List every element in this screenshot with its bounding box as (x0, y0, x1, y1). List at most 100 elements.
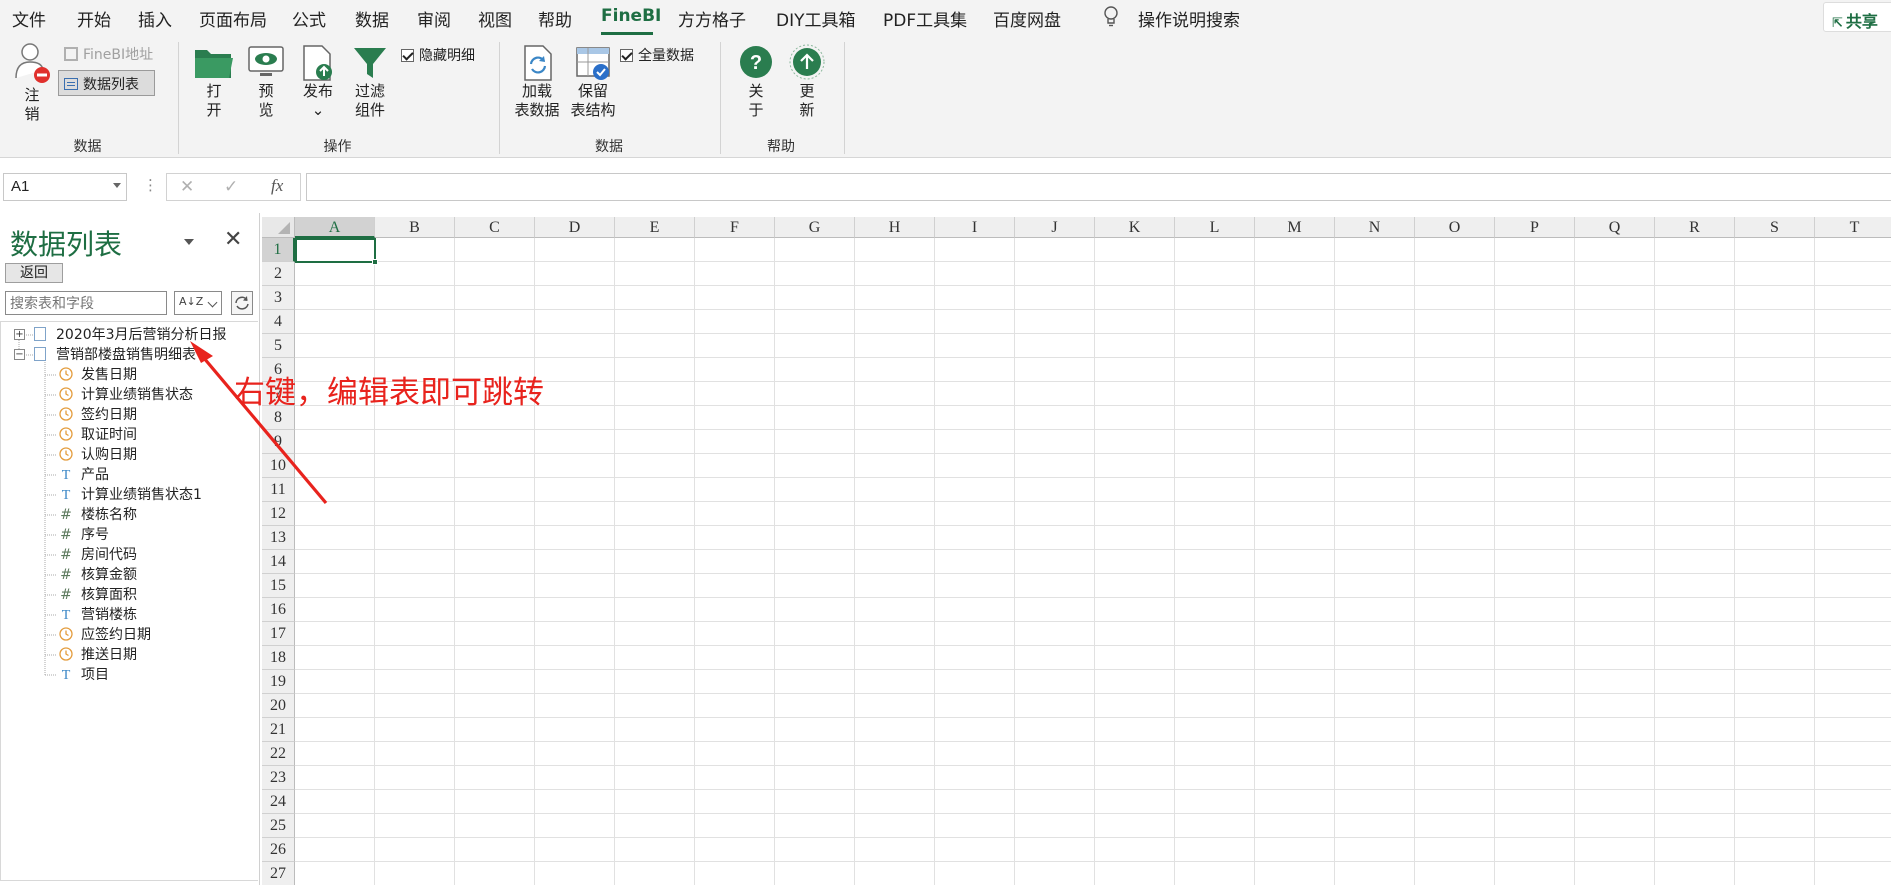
column-header[interactable]: M (1255, 217, 1335, 238)
column-header[interactable]: E (615, 217, 695, 238)
insert-function-icon[interactable]: fx (271, 176, 283, 196)
preview-button[interactable]: 预 览 (242, 44, 290, 120)
open-button[interactable]: 打 开 (190, 44, 238, 120)
active-cell-a1[interactable] (295, 238, 378, 265)
row-header[interactable]: 25 (262, 814, 295, 838)
tree-field-node[interactable]: 应签约日期 (57, 625, 151, 645)
tree-field-node[interactable]: 推送日期 (57, 645, 137, 665)
tree-field-node[interactable]: # 房间代码 (57, 545, 137, 565)
tree-field-node[interactable]: 认购日期 (57, 445, 137, 465)
column-header[interactable]: K (1095, 217, 1175, 238)
tree-expander-icon[interactable]: + (14, 329, 25, 340)
menu-tab-4[interactable]: 公式 (292, 6, 326, 31)
menu-tab-3[interactable]: 页面布局 (199, 6, 267, 31)
tree-field-node[interactable]: T 营销楼栋 (57, 605, 137, 625)
formula-bar-grip-icon[interactable]: ⋮ (143, 176, 158, 194)
column-header[interactable]: N (1335, 217, 1415, 238)
row-header[interactable]: 3 (262, 286, 295, 310)
column-header[interactable]: I (935, 217, 1015, 238)
tell-me-search[interactable]: 操作说明搜索 (1138, 6, 1240, 31)
row-header[interactable]: 19 (262, 670, 295, 694)
sort-dropdown[interactable]: A↓Z (174, 291, 222, 315)
row-header[interactable]: 24 (262, 790, 295, 814)
about-button[interactable]: ? 关 于 (734, 44, 778, 120)
column-header[interactable]: C (455, 217, 535, 238)
row-header[interactable]: 20 (262, 694, 295, 718)
tree-table-node[interactable]: 营销部楼盘销售明细表 (34, 345, 196, 365)
menu-tab-11[interactable]: DIY工具箱 (776, 6, 856, 31)
cancel-icon[interactable]: ✕ (180, 177, 194, 197)
column-header[interactable]: P (1495, 217, 1575, 238)
cell-area[interactable] (295, 238, 1891, 885)
row-header[interactable]: 2 (262, 262, 295, 286)
row-header[interactable]: 13 (262, 526, 295, 550)
name-box[interactable]: A1 (3, 173, 127, 201)
column-header[interactable]: B (375, 217, 455, 238)
column-header[interactable]: L (1175, 217, 1255, 238)
tree-field-node[interactable]: 计算业绩销售状态 (57, 385, 193, 405)
menu-tab-6[interactable]: 审阅 (417, 6, 451, 31)
column-header[interactable]: H (855, 217, 935, 238)
column-header[interactable]: O (1415, 217, 1495, 238)
row-header[interactable]: 22 (262, 742, 295, 766)
menu-tab-9[interactable]: FineBI (601, 6, 661, 26)
column-header[interactable]: J (1015, 217, 1095, 238)
data-list-button[interactable]: 数据列表 (58, 70, 155, 96)
row-header[interactable]: 1 (262, 238, 295, 262)
row-header[interactable]: 23 (262, 766, 295, 790)
menu-tab-1[interactable]: 开始 (77, 6, 111, 31)
column-header[interactable]: Q (1575, 217, 1655, 238)
tree-field-node[interactable]: T 产品 (57, 465, 109, 485)
row-header[interactable]: 14 (262, 550, 295, 574)
filter-component-button[interactable]: 过滤 组件 (346, 44, 394, 120)
menu-tab-12[interactable]: PDF工具集 (883, 6, 967, 31)
tree-field-node[interactable]: 取证时间 (57, 425, 137, 445)
tree-field-node[interactable]: # 序号 (57, 525, 109, 545)
tree-field-node[interactable]: # 楼栋名称 (57, 505, 137, 525)
row-header[interactable]: 27 (262, 862, 295, 885)
menu-tab-0[interactable]: 文件 (12, 6, 46, 31)
column-header[interactable]: D (535, 217, 615, 238)
fill-handle[interactable] (372, 259, 378, 265)
column-header[interactable]: G (775, 217, 855, 238)
row-header[interactable]: 16 (262, 598, 295, 622)
panel-close-icon[interactable]: ✕ (224, 227, 242, 252)
tree-expander-icon[interactable]: − (14, 349, 25, 360)
column-header[interactable]: T (1815, 217, 1891, 238)
formula-input[interactable] (306, 173, 1891, 201)
update-button[interactable]: 更 新 (785, 44, 829, 120)
menu-tab-2[interactable]: 插入 (138, 6, 172, 31)
row-header[interactable]: 26 (262, 838, 295, 862)
row-header[interactable]: 18 (262, 646, 295, 670)
column-header[interactable]: S (1735, 217, 1815, 238)
menu-tab-10[interactable]: 方方格子 (678, 6, 746, 31)
row-header[interactable]: 17 (262, 622, 295, 646)
panel-options-chevron-icon[interactable] (184, 239, 194, 245)
tree-field-node[interactable]: 签约日期 (57, 405, 137, 425)
column-header[interactable]: R (1655, 217, 1735, 238)
publish-button[interactable]: 发布 ⌄ (294, 44, 342, 120)
tree-field-node[interactable]: T 项目 (57, 665, 109, 685)
enter-check-icon[interactable]: ✓ (224, 177, 238, 197)
search-input[interactable] (5, 291, 167, 315)
tree-field-node[interactable]: # 核算金额 (57, 565, 137, 585)
menu-tab-7[interactable]: 视图 (478, 6, 512, 31)
hide-detail-checkbox[interactable]: 隐藏明细 (401, 45, 475, 65)
spreadsheet-grid[interactable]: ABCDEFGHIJKLMNOPQRST 1 2 3 4 5 6 7 8 9 10 11 12 13 14… (262, 217, 1891, 885)
row-header[interactable]: 15 (262, 574, 295, 598)
load-table-data-button[interactable]: 加载 表数据 (510, 44, 564, 120)
full-data-checkbox[interactable]: 全量数据 (620, 45, 694, 65)
share-button[interactable]: ⇱ 共享 (1823, 2, 1891, 32)
row-header[interactable]: 21 (262, 718, 295, 742)
finebi-address-button[interactable]: FineBI地址 (64, 44, 153, 64)
back-button[interactable]: 返回 (5, 263, 63, 283)
menu-tab-8[interactable]: 帮助 (538, 6, 572, 31)
menu-tab-13[interactable]: 百度网盘 (993, 6, 1061, 31)
refresh-button[interactable] (231, 291, 253, 315)
select-all-corner[interactable] (262, 217, 295, 238)
tree-field-node[interactable]: # 核算面积 (57, 585, 137, 605)
tree-field-node[interactable]: 发售日期 (57, 365, 137, 385)
logout-button[interactable]: 注 销 (10, 42, 54, 124)
name-box-dropdown-icon[interactable] (113, 183, 121, 188)
menu-tab-5[interactable]: 数据 (355, 6, 389, 31)
